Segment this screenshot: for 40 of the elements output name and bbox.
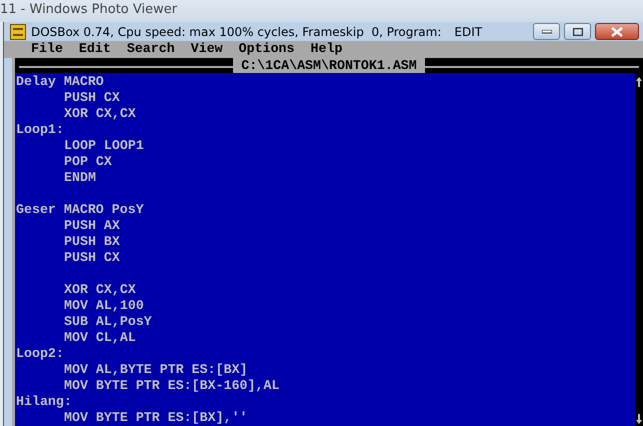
- app-icon: [10, 24, 26, 40]
- minimize-icon: [542, 30, 552, 34]
- code-line: MOV BYTE PTR ES:[BX],'': [64, 410, 248, 425]
- menu-item[interactable]: Edit: [78, 41, 111, 58]
- code-line: Geser MACRO PosY: [16, 202, 144, 217]
- code-line: MOV AL,100: [64, 298, 144, 313]
- code-line: MOV AL,BYTE PTR ES:[BX]: [64, 362, 248, 377]
- menu-item[interactable]: Help: [310, 41, 342, 58]
- code-line: ENDM: [64, 170, 96, 185]
- code-line: POP CX: [64, 154, 112, 169]
- maximize-button[interactable]: [564, 23, 591, 40]
- code-line: Delay MACRO: [16, 74, 104, 89]
- up-arrow-icon[interactable]: [636, 77, 642, 87]
- file-name: C:\1CA\ASM\RONTOK1.ASM: [233, 58, 425, 73]
- down-arrow-icon[interactable]: [636, 414, 642, 424]
- menu-item[interactable]: Search: [126, 41, 175, 58]
- viewer-title: 11 - Windows Photo Viewer: [0, 0, 643, 22]
- code-line: Hilang:: [16, 394, 72, 409]
- code-editor[interactable]: [15, 73, 635, 426]
- code-line: LOOP LOOP1: [64, 138, 144, 153]
- code-line: SUB AL,PosY: [64, 314, 152, 329]
- maximize-icon: [572, 28, 582, 36]
- code-line: PUSH CX: [64, 90, 120, 105]
- program-name: EDIT: [454, 24, 482, 39]
- code-line: PUSH CX: [64, 250, 120, 265]
- window-title: DOSBox 0.74, Cpu speed: max 100% cycles, Frameskip 0, Program:: [31, 24, 442, 39]
- code-line: PUSH BX: [64, 234, 120, 249]
- close-button[interactable]: [595, 23, 639, 40]
- menu-item[interactable]: View: [190, 41, 223, 58]
- code-line: PUSH AX: [64, 218, 120, 233]
- code-line: Loop1:: [16, 122, 64, 137]
- menu-item[interactable]: Options: [238, 41, 295, 58]
- code-line: MOV CL,AL: [64, 330, 136, 345]
- code-line: XOR CX,CX: [64, 282, 136, 297]
- close-icon: [611, 26, 623, 37]
- minimize-button[interactable]: [533, 23, 560, 40]
- code-line: MOV BYTE PTR ES:[BX-160],AL: [64, 378, 280, 393]
- menu-item[interactable]: File: [31, 41, 63, 58]
- code-line: Loop2:: [16, 346, 64, 361]
- code-line: XOR CX,CX: [64, 106, 136, 121]
